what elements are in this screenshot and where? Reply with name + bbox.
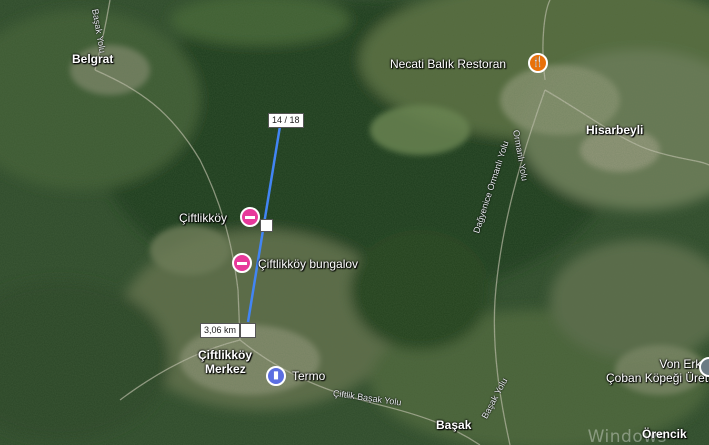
fuel-station-icon[interactable]: ▮ bbox=[266, 366, 286, 386]
measure-midpoint-handle[interactable] bbox=[260, 219, 273, 232]
place-basak: Başak bbox=[436, 418, 472, 432]
os-watermark: Windows bbox=[587, 427, 667, 445]
satellite-imagery bbox=[0, 0, 709, 445]
measure-distance-label: 3,06 km bbox=[200, 323, 241, 338]
poi-vonerk-line1: Von Erk Alman bbox=[659, 357, 709, 371]
measure-angle-label: 14 / 18 bbox=[268, 113, 304, 128]
restaurant-icon[interactable]: 🍴 bbox=[528, 53, 548, 73]
poi-ciftlikkoy-hotel-label[interactable]: Çiftlikköy bbox=[179, 211, 227, 225]
place-merkez-line2: Merkez bbox=[205, 362, 246, 376]
place-belgrat: Belgrat bbox=[72, 52, 114, 66]
measure-end-handle[interactable] bbox=[240, 323, 256, 338]
bungalow-hotel-icon[interactable]: ▬ bbox=[232, 253, 252, 273]
poi-necati-label[interactable]: Necati Balık Restoran bbox=[390, 57, 506, 71]
hotel-icon[interactable]: ▬ bbox=[240, 207, 260, 227]
place-ciftlikkoy-line1: Çiftlikköy bbox=[198, 348, 253, 362]
poi-vonerk-line2: Çoban Köpeği Üreticisi... bbox=[606, 371, 709, 385]
poi-bungalov-label[interactable]: Çiftlikköy bungalov bbox=[258, 257, 358, 271]
poi-termo-label[interactable]: Termo bbox=[292, 369, 325, 383]
place-hisarbeyli: Hisarbeyli bbox=[586, 123, 644, 137]
poi-vonerk-label[interactable]: Von Erk Alman Çoban Köpeği Üreticisi... bbox=[606, 357, 709, 385]
place-ciftlikkoy-merkez: Çiftlikköy Merkez bbox=[198, 348, 252, 376]
map-view[interactable]: Belgrat Hisarbeyli Çiftlikköy Merkez Baş… bbox=[0, 0, 709, 445]
